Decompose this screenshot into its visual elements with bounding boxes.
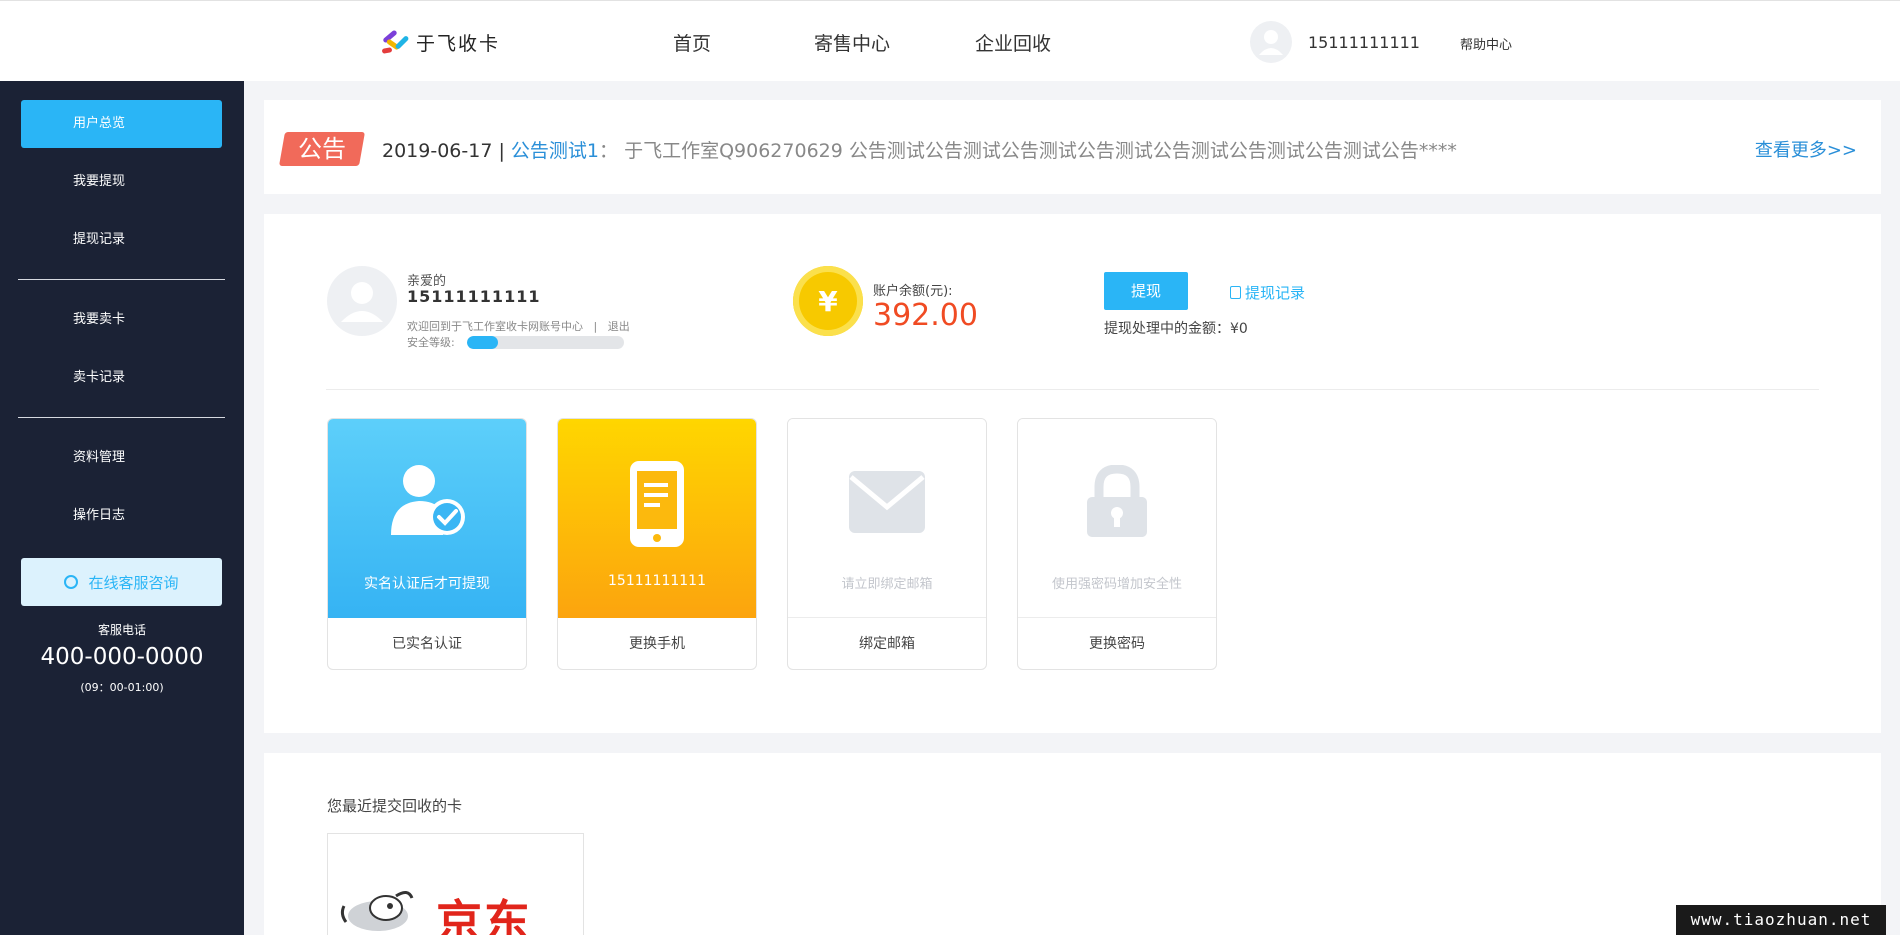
avatar[interactable] bbox=[1250, 21, 1292, 63]
withdraw-button[interactable]: 提现 bbox=[1104, 272, 1188, 310]
top-navbar: 于飞收卡 首页 寄售中心 企业回收 15111111111 帮助中心 bbox=[0, 0, 1900, 81]
logout-link[interactable]: 退出 bbox=[608, 320, 630, 333]
welcome-text: 欢迎回到于飞工作室收卡网账号中心 bbox=[407, 320, 583, 333]
verify-card[interactable]: 实名认证后才可提现 已实名认证 bbox=[327, 418, 527, 670]
password-card-top: 使用强密码增加安全性 bbox=[1018, 419, 1216, 618]
notice-badge: 公告 bbox=[279, 132, 365, 166]
notice-body: 于飞工作室Q906270629 公告测试公告测试公告测试公告测试公告测试公告测试… bbox=[624, 140, 1457, 162]
sidebar-item-overview[interactable]: 用户总览 bbox=[21, 100, 222, 148]
withdraw-record-label: 提现记录 bbox=[1245, 284, 1306, 302]
sidebar-item-logs[interactable]: 操作日志 bbox=[21, 492, 222, 540]
top-username[interactable]: 15111111111 bbox=[1308, 33, 1420, 52]
password-card-action[interactable]: 更换密码 bbox=[1018, 618, 1216, 669]
site-logo[interactable]: 于飞收卡 bbox=[380, 28, 501, 56]
verify-card-action[interactable]: 已实名认证 bbox=[328, 618, 526, 669]
hotline-hours: (09：00-01:00) bbox=[80, 681, 164, 694]
logo-mark-icon bbox=[380, 28, 410, 56]
mail-icon bbox=[847, 469, 927, 539]
notice-text: 2019-06-17 | 公告测试1： 于飞工作室Q906270629 公告测试… bbox=[382, 136, 1457, 163]
sidebar-item-sell-card[interactable]: 我要卖卡 bbox=[21, 296, 222, 344]
phone-card-action[interactable]: 更换手机 bbox=[558, 618, 756, 669]
watermark: www.tiaozhuan.net bbox=[1676, 905, 1886, 935]
sidebar-item-sell-records[interactable]: 卖卡记录 bbox=[21, 354, 222, 402]
processing-value: ¥0 bbox=[1230, 321, 1248, 337]
sidebar-item-profile[interactable]: 资料管理 bbox=[21, 434, 222, 482]
verify-card-label: 实名认证后才可提现 bbox=[364, 576, 490, 592]
document-icon bbox=[1230, 286, 1241, 299]
phone-card[interactable]: 15111111111 更换手机 bbox=[557, 418, 757, 670]
phone-card-top: 15111111111 bbox=[558, 419, 756, 618]
sidebar-divider bbox=[18, 417, 225, 418]
notice-panel: 公告 2019-06-17 | 公告测试1： 于飞工作室Q906270629 公… bbox=[264, 100, 1881, 194]
notice-more-link[interactable]: 查看更多>> bbox=[1755, 136, 1857, 162]
headset-icon bbox=[64, 575, 79, 589]
recent-cards-title: 您最近提交回收的卡 bbox=[327, 797, 463, 815]
jd-dog-icon bbox=[338, 884, 418, 934]
notice-title-link[interactable]: 公告测试1 bbox=[511, 140, 599, 162]
user-verified-icon bbox=[385, 459, 469, 547]
security-level-bar bbox=[467, 336, 624, 349]
account-divider bbox=[326, 389, 1819, 390]
email-card-action[interactable]: 绑定邮箱 bbox=[788, 618, 986, 669]
avatar bbox=[327, 266, 397, 336]
sidebar-divider bbox=[18, 279, 225, 280]
email-card[interactable]: 请立即绑定邮箱 绑定邮箱 bbox=[787, 418, 987, 670]
security-level-label: 安全等级: bbox=[407, 336, 455, 349]
help-center-link[interactable]: 帮助中心 bbox=[1460, 34, 1512, 53]
recent-card-jd[interactable]: 京东 bbox=[327, 833, 584, 935]
welcome-divider: | bbox=[593, 320, 598, 333]
email-card-top: 请立即绑定邮箱 bbox=[788, 419, 986, 618]
nav-enterprise[interactable]: 企业回收 bbox=[975, 29, 1051, 56]
password-card[interactable]: 使用强密码增加安全性 更换密码 bbox=[1017, 418, 1217, 670]
processing-amount: 提现处理中的金额：¥0 bbox=[1104, 318, 1248, 338]
hotline-number: 400-000-0000 bbox=[40, 644, 204, 670]
email-card-label: 请立即绑定邮箱 bbox=[841, 577, 933, 592]
recent-cards-panel: 您最近提交回收的卡 京东 bbox=[264, 753, 1881, 935]
sidebar: 用户总览 我要提现 提现记录 我要卖卡 卖卡记录 资料管理 操作日志 在线客服咨… bbox=[0, 81, 244, 935]
account-welcome: 欢迎回到于飞工作室收卡网账号中心 | 退出 bbox=[407, 318, 630, 334]
verify-card-top: 实名认证后才可提现 bbox=[328, 419, 526, 618]
password-card-label: 使用强密码增加安全性 bbox=[1051, 577, 1182, 592]
withdraw-record-link[interactable]: 提现记录 bbox=[1230, 282, 1305, 303]
lock-icon bbox=[1085, 464, 1149, 543]
nav-consignment[interactable]: 寄售中心 bbox=[814, 29, 890, 56]
jd-brand-text: 京东 bbox=[436, 895, 532, 935]
security-level-fill bbox=[467, 336, 499, 349]
user-menu[interactable]: 15111111111 bbox=[1250, 21, 1420, 63]
notice-date: 2019-06-17 | bbox=[382, 140, 505, 162]
hotline-label: 客服电话 bbox=[97, 623, 146, 637]
notice-separator: ： bbox=[599, 140, 619, 162]
account-name: 15111111111 bbox=[407, 287, 541, 306]
logo-text: 于飞收卡 bbox=[416, 33, 501, 55]
online-service-label: 在线客服咨询 bbox=[88, 573, 179, 592]
notice-badge-label: 公告 bbox=[298, 135, 346, 163]
processing-label: 提现处理中的金额： bbox=[1104, 321, 1230, 337]
balance-value: 392.00 bbox=[873, 298, 978, 333]
nav-home[interactable]: 首页 bbox=[673, 29, 711, 56]
account-panel: 亲爱的 15111111111 欢迎回到于飞工作室收卡网账号中心 | 退出 安全… bbox=[264, 214, 1881, 733]
phone-icon bbox=[627, 459, 687, 553]
phone-card-label: 15111111111 bbox=[608, 573, 706, 589]
online-service-button[interactable]: 在线客服咨询 bbox=[21, 558, 222, 606]
balance-label: 账户余额(元): bbox=[873, 284, 953, 299]
coin-icon: ¥ bbox=[793, 266, 863, 336]
sidebar-item-withdraw[interactable]: 我要提现 bbox=[21, 158, 222, 206]
sidebar-item-withdraw-records[interactable]: 提现记录 bbox=[21, 216, 222, 264]
